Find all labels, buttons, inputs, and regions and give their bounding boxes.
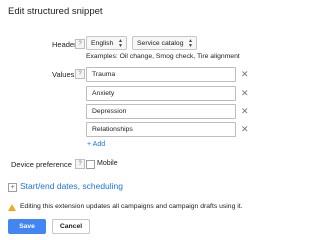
header-help-icon[interactable]: ? — [75, 39, 85, 49]
value-input-2[interactable]: Anxiety — [86, 86, 236, 101]
values-help-icon[interactable]: ? — [75, 69, 85, 79]
values-label: Values — [52, 70, 75, 79]
add-value-link[interactable]: + Add — [87, 141, 105, 148]
snippet-type-select-value: Service catalog — [137, 40, 184, 47]
edit-snippet-dialog: Edit structured snippet Header ? English… — [0, 0, 300, 240]
device-help-icon[interactable]: ? — [75, 159, 85, 169]
remove-value-2-icon[interactable]: ✕ — [241, 89, 249, 98]
language-select[interactable]: English ▲ ▼ — [86, 36, 127, 50]
language-select-caret-icon: ▲ ▼ — [118, 38, 123, 49]
value-input-4[interactable]: Relationships — [86, 122, 236, 137]
remove-value-3-icon[interactable]: ✕ — [241, 107, 249, 116]
warning-icon — [8, 204, 16, 211]
mobile-checkbox-label[interactable]: Mobile — [97, 160, 118, 167]
scheduling-link[interactable]: Start/end dates, scheduling — [20, 181, 123, 191]
value-input-3[interactable]: Depression — [86, 104, 236, 119]
cancel-button[interactable]: Cancel — [52, 219, 90, 234]
remove-value-4-icon[interactable]: ✕ — [241, 125, 249, 134]
value-input-1[interactable]: Trauma — [86, 67, 236, 82]
save-button[interactable]: Save — [8, 219, 46, 234]
warning-message: Editing this extension updates all campa… — [20, 203, 243, 210]
remove-value-1-icon[interactable]: ✕ — [241, 70, 249, 79]
header-examples: Examples: Oil change, Smog check, Tire a… — [86, 53, 240, 60]
expand-plus-icon[interactable]: + — [8, 183, 17, 192]
dialog-title: Edit structured snippet — [8, 6, 103, 17]
mobile-checkbox[interactable] — [86, 160, 95, 169]
device-preference-label: Device preference — [11, 160, 72, 169]
header-label: Header — [52, 40, 77, 49]
snippet-type-select[interactable]: Service catalog ▲ ▼ — [132, 36, 197, 50]
snippet-type-select-caret-icon: ▲ ▼ — [188, 38, 193, 49]
language-select-value: English — [91, 40, 114, 47]
